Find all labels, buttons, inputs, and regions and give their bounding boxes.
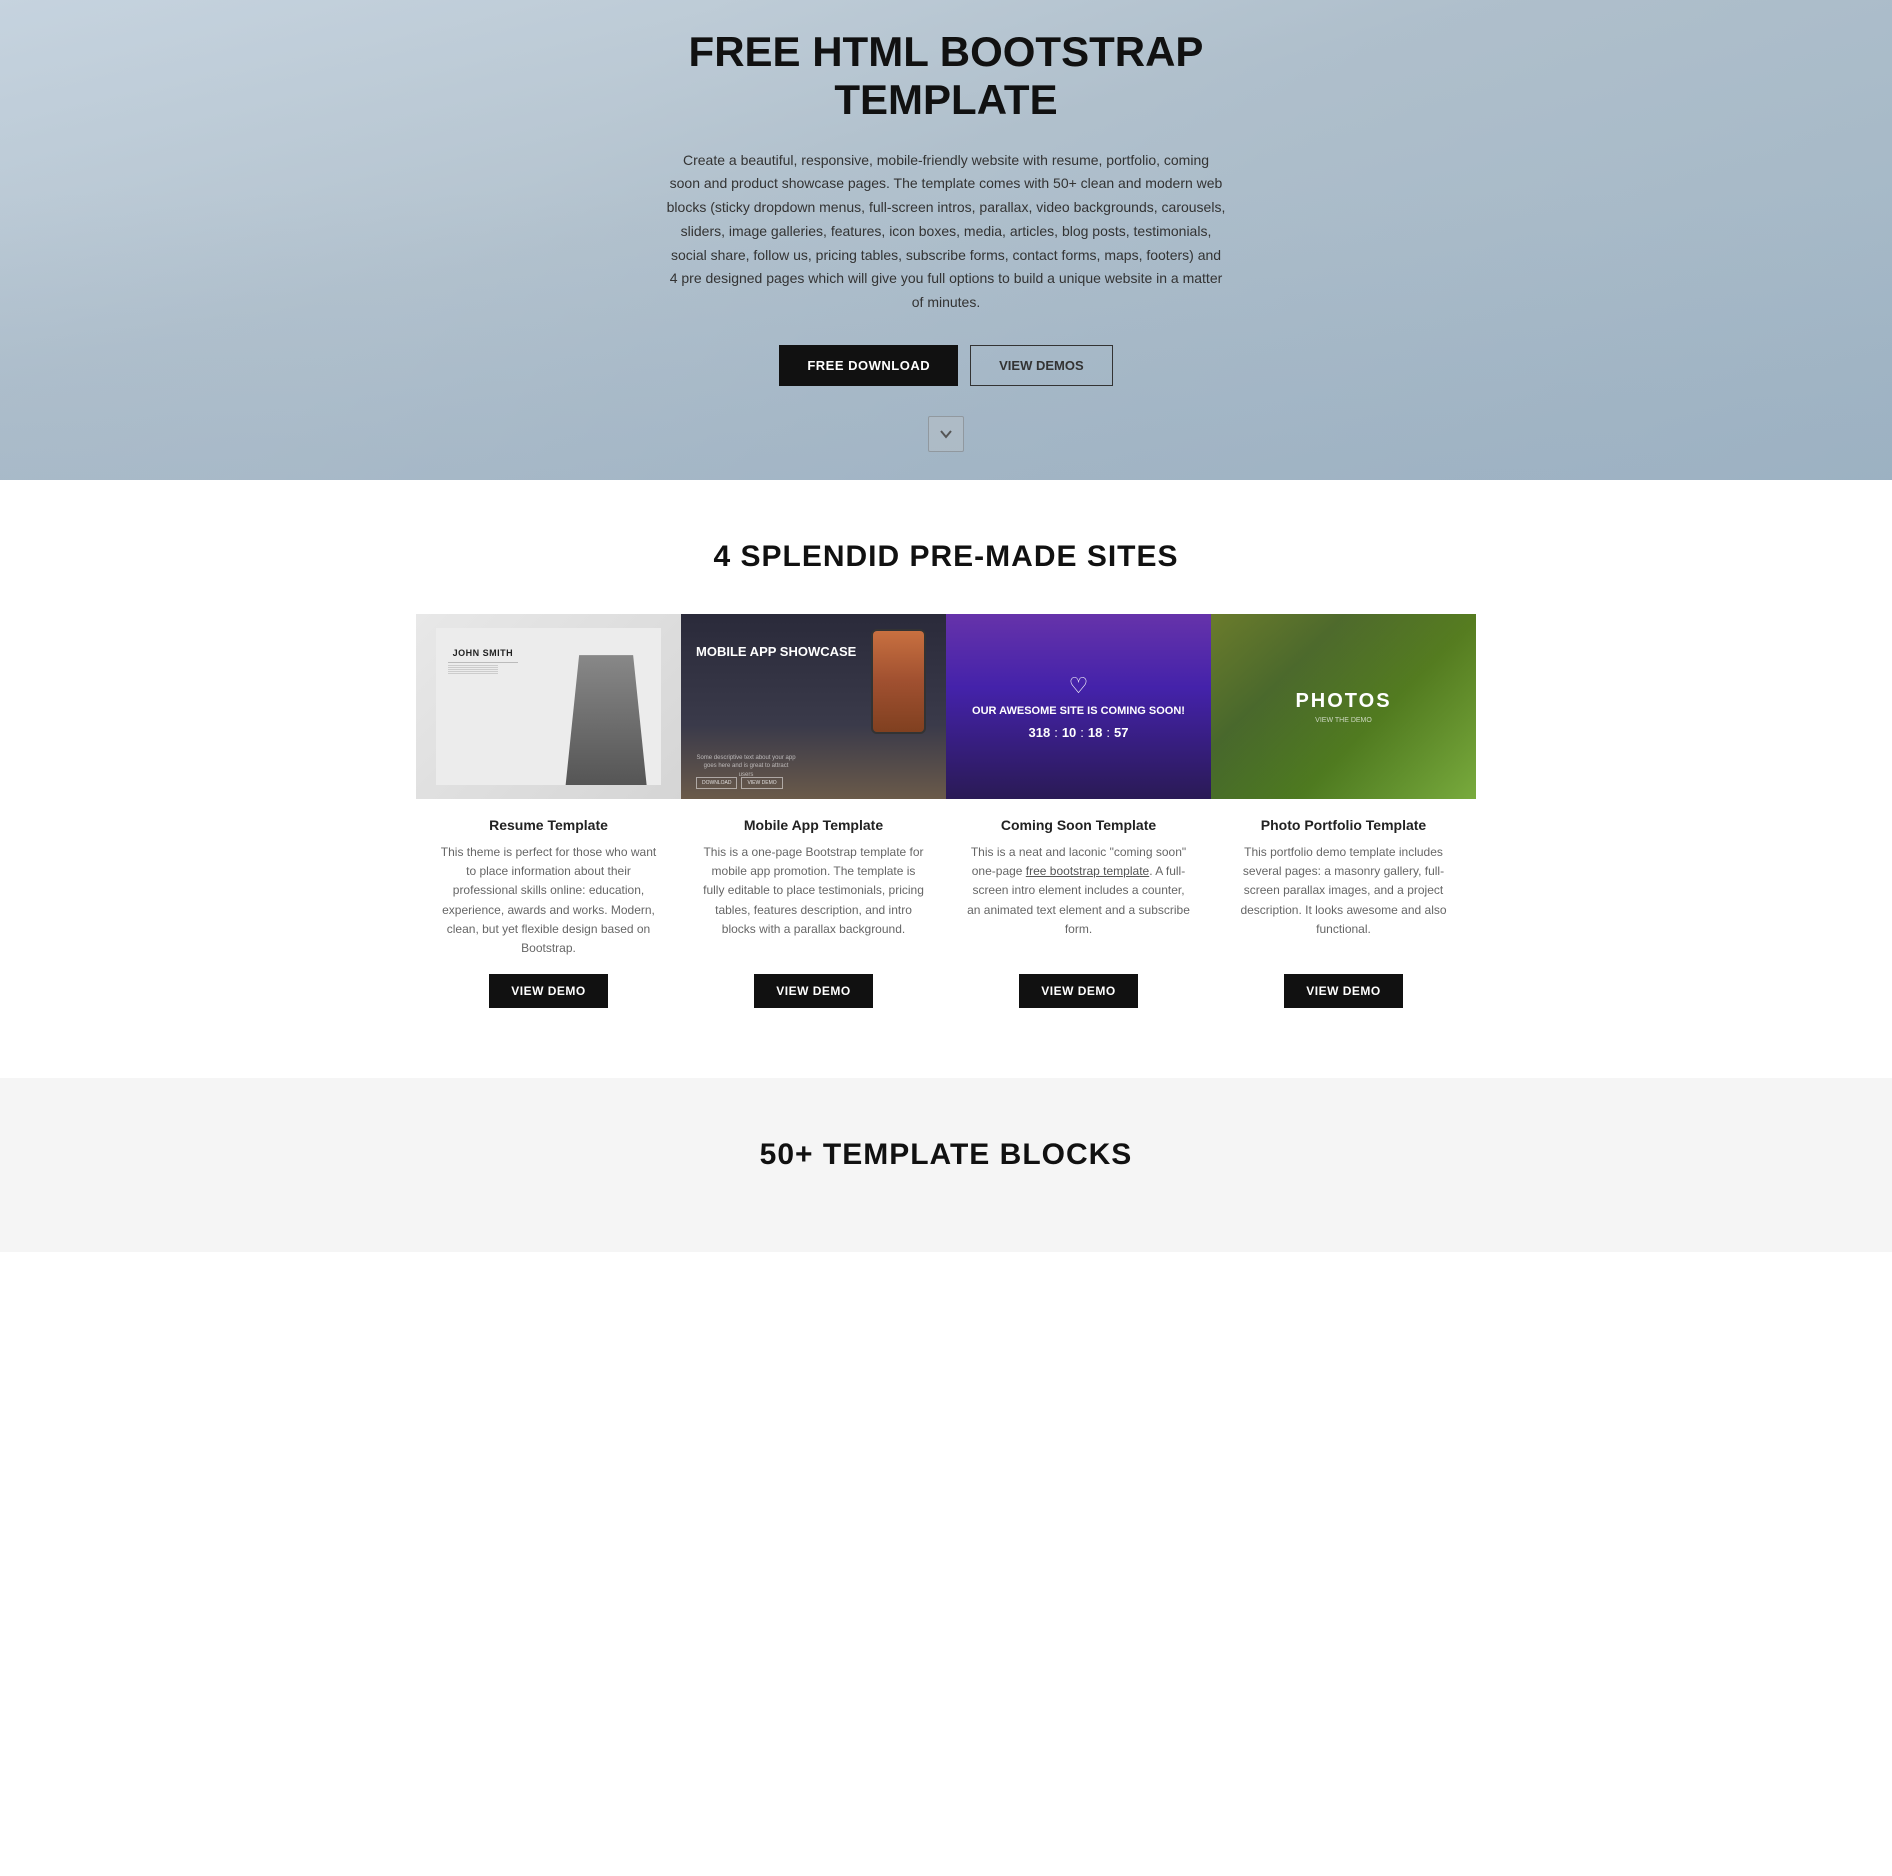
coming-card-desc: This is a neat and laconic "coming soon"…: [946, 843, 1211, 958]
free-bootstrap-link[interactable]: free bootstrap template: [1026, 864, 1149, 878]
blocks-section: 50+ TEMPLATE BLOCKS: [0, 1078, 1892, 1252]
card-resume: JOHN SMITH Resume Template This theme is…: [416, 614, 681, 1038]
resume-line-5: [448, 673, 498, 674]
view-demos-button[interactable]: VIEW DEMOS: [970, 345, 1113, 386]
countdown-minutes: 18: [1088, 725, 1102, 740]
cards-grid: JOHN SMITH Resume Template This theme is…: [416, 614, 1476, 1038]
resume-line-1: [448, 665, 498, 666]
coming-view-demo-button[interactable]: VIEW DEMO: [1019, 974, 1138, 1008]
resume-divider: [448, 662, 518, 663]
scroll-down-button[interactable]: [928, 416, 964, 452]
coming-card-title: Coming Soon Template: [986, 817, 1171, 833]
hero-content: FREE HTML BOOTSTRAP TEMPLATE Create a be…: [646, 8, 1246, 472]
photos-card-title: Photo Portfolio Template: [1246, 817, 1441, 833]
coming-soon-countdown: 318 : 10 : 18 : 57: [1029, 725, 1129, 740]
resume-line-3: [448, 669, 498, 670]
mobile-phone-mockup: [871, 629, 926, 734]
countdown-sep-2: :: [1080, 725, 1084, 740]
resume-thumb-inner: JOHN SMITH: [436, 628, 661, 785]
hero-section: FREE HTML BOOTSTRAP TEMPLATE Create a be…: [0, 0, 1892, 480]
countdown-sep-3: :: [1106, 725, 1110, 740]
resume-person-silhouette: [561, 655, 651, 785]
countdown-sep-1: :: [1054, 725, 1058, 740]
resume-card-desc: This theme is perfect for those who want…: [416, 843, 681, 958]
card-mobile: MOBILE APP SHOWCASE Some descriptive tex…: [681, 614, 946, 1038]
resume-line-4: [448, 671, 498, 672]
hero-description: Create a beautiful, responsive, mobile-f…: [666, 149, 1226, 316]
countdown-seconds: 57: [1114, 725, 1128, 740]
resume-person-name: JOHN SMITH: [448, 648, 518, 658]
resume-view-demo-button[interactable]: VIEW DEMO: [489, 974, 608, 1008]
mini-btn-2: VIEW DEMO: [741, 777, 782, 789]
resume-text-block: JOHN SMITH: [448, 648, 518, 675]
mobile-view-demo-button[interactable]: VIEW DEMO: [754, 974, 873, 1008]
photos-thumbnail: PHOTOS VIEW THE DEMO: [1211, 614, 1476, 799]
card-photos: PHOTOS VIEW THE DEMO Photo Portfolio Tem…: [1211, 614, 1476, 1038]
mobile-card-title: Mobile App Template: [729, 817, 898, 833]
coming-soon-thumbnail: ♡ OUR AWESOME SITE IS COMING SOON! 318 :…: [946, 614, 1211, 799]
countdown-hours: 10: [1062, 725, 1076, 740]
sites-section-title: 4 SPLENDID PRE-MADE SITES: [416, 540, 1476, 574]
card-coming-soon: ♡ OUR AWESOME SITE IS COMING SOON! 318 :…: [946, 614, 1211, 1038]
resume-card-title: Resume Template: [474, 817, 623, 833]
phone-screen: [873, 631, 924, 732]
heart-icon: ♡: [1065, 673, 1093, 698]
photos-card-desc: This portfolio demo template includes se…: [1211, 843, 1476, 958]
hero-title: FREE HTML BOOTSTRAP TEMPLATE: [666, 28, 1226, 125]
photos-thumb-title: PHOTOS: [1295, 690, 1391, 713]
mobile-card-desc: This is a one-page Bootstrap template fo…: [681, 843, 946, 958]
mobile-thumb-sub: Some descriptive text about your app goe…: [696, 754, 796, 779]
blocks-section-title: 50+ TEMPLATE BLOCKS: [416, 1138, 1476, 1172]
resume-line-2: [448, 667, 498, 668]
hero-buttons: FREE DOWNLOAD VIEW DEMOS: [666, 345, 1226, 386]
mobile-thumb-buttons: DOWNLOAD VIEW DEMO: [696, 777, 783, 789]
countdown-days: 318: [1029, 725, 1051, 740]
mini-btn-1: DOWNLOAD: [696, 777, 737, 789]
mobile-thumb-title: MOBILE APP SHOWCASE: [696, 644, 856, 661]
free-download-button[interactable]: FREE DOWNLOAD: [779, 345, 958, 386]
coming-soon-title: OUR AWESOME SITE IS COMING SOON!: [972, 704, 1185, 718]
photos-view-demo-button[interactable]: VIEW DEMO: [1284, 974, 1403, 1008]
mobile-thumbnail: MOBILE APP SHOWCASE Some descriptive tex…: [681, 614, 946, 799]
sites-section: 4 SPLENDID PRE-MADE SITES JOHN SMITH: [0, 480, 1892, 1078]
resume-thumbnail: JOHN SMITH: [416, 614, 681, 799]
photos-thumb-sub: VIEW THE DEMO: [1315, 717, 1372, 724]
